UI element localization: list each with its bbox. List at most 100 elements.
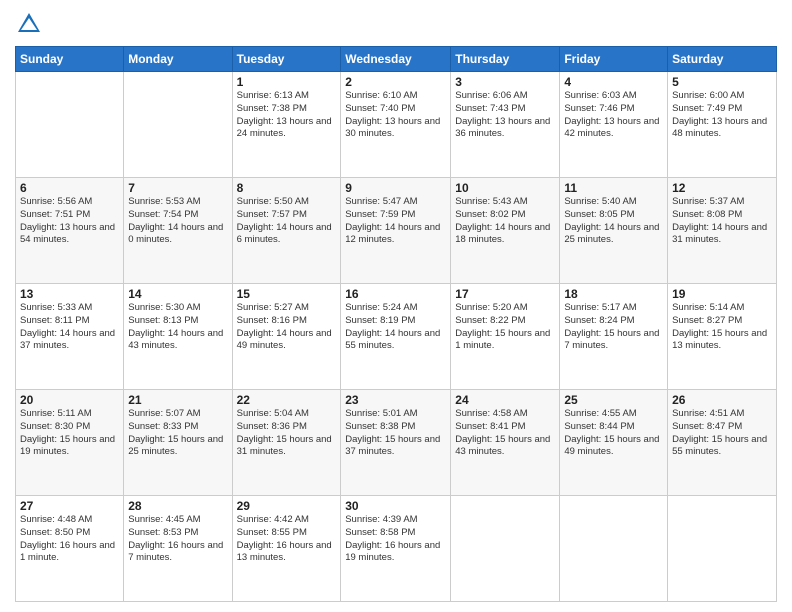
day-number: 7 [128,181,227,195]
week-row-1: 1Sunrise: 6:13 AMSunset: 7:38 PMDaylight… [16,72,777,178]
day-info: Sunrise: 4:55 AMSunset: 8:44 PMDaylight:… [564,408,663,459]
calendar-cell: 24Sunrise: 4:58 AMSunset: 8:41 PMDayligh… [451,390,560,496]
day-info: Sunrise: 5:50 AMSunset: 7:57 PMDaylight:… [237,196,337,247]
week-row-5: 27Sunrise: 4:48 AMSunset: 8:50 PMDayligh… [16,496,777,602]
calendar-cell: 27Sunrise: 4:48 AMSunset: 8:50 PMDayligh… [16,496,124,602]
weekday-header-monday: Monday [124,47,232,72]
week-row-3: 13Sunrise: 5:33 AMSunset: 8:11 PMDayligh… [16,284,777,390]
day-number: 14 [128,287,227,301]
page: SundayMondayTuesdayWednesdayThursdayFrid… [0,0,792,612]
calendar-cell [451,496,560,602]
calendar-cell: 12Sunrise: 5:37 AMSunset: 8:08 PMDayligh… [668,178,777,284]
day-info: Sunrise: 5:14 AMSunset: 8:27 PMDaylight:… [672,302,772,353]
calendar-cell [16,72,124,178]
calendar-cell: 20Sunrise: 5:11 AMSunset: 8:30 PMDayligh… [16,390,124,496]
calendar-cell: 6Sunrise: 5:56 AMSunset: 7:51 PMDaylight… [16,178,124,284]
day-number: 2 [345,75,446,89]
calendar-cell: 29Sunrise: 4:42 AMSunset: 8:55 PMDayligh… [232,496,341,602]
calendar-cell: 17Sunrise: 5:20 AMSunset: 8:22 PMDayligh… [451,284,560,390]
day-info: Sunrise: 5:56 AMSunset: 7:51 PMDaylight:… [20,196,119,247]
day-number: 26 [672,393,772,407]
weekday-header-wednesday: Wednesday [341,47,451,72]
day-number: 23 [345,393,446,407]
day-info: Sunrise: 4:42 AMSunset: 8:55 PMDaylight:… [237,514,337,565]
day-number: 19 [672,287,772,301]
calendar-cell [124,72,232,178]
day-number: 18 [564,287,663,301]
day-number: 15 [237,287,337,301]
day-info: Sunrise: 4:45 AMSunset: 8:53 PMDaylight:… [128,514,227,565]
day-info: Sunrise: 6:00 AMSunset: 7:49 PMDaylight:… [672,90,772,141]
week-row-2: 6Sunrise: 5:56 AMSunset: 7:51 PMDaylight… [16,178,777,284]
day-info: Sunrise: 4:58 AMSunset: 8:41 PMDaylight:… [455,408,555,459]
calendar-cell: 9Sunrise: 5:47 AMSunset: 7:59 PMDaylight… [341,178,451,284]
calendar-cell: 14Sunrise: 5:30 AMSunset: 8:13 PMDayligh… [124,284,232,390]
day-number: 13 [20,287,119,301]
day-info: Sunrise: 6:13 AMSunset: 7:38 PMDaylight:… [237,90,337,141]
day-info: Sunrise: 5:07 AMSunset: 8:33 PMDaylight:… [128,408,227,459]
day-number: 30 [345,499,446,513]
day-info: Sunrise: 5:04 AMSunset: 8:36 PMDaylight:… [237,408,337,459]
day-number: 27 [20,499,119,513]
day-number: 6 [20,181,119,195]
calendar-cell: 4Sunrise: 6:03 AMSunset: 7:46 PMDaylight… [560,72,668,178]
day-number: 17 [455,287,555,301]
logo [15,10,47,38]
day-info: Sunrise: 5:30 AMSunset: 8:13 PMDaylight:… [128,302,227,353]
day-info: Sunrise: 5:27 AMSunset: 8:16 PMDaylight:… [237,302,337,353]
day-info: Sunrise: 6:10 AMSunset: 7:40 PMDaylight:… [345,90,446,141]
day-number: 12 [672,181,772,195]
day-info: Sunrise: 5:37 AMSunset: 8:08 PMDaylight:… [672,196,772,247]
calendar-cell: 30Sunrise: 4:39 AMSunset: 8:58 PMDayligh… [341,496,451,602]
day-number: 8 [237,181,337,195]
calendar-cell [560,496,668,602]
weekday-header-thursday: Thursday [451,47,560,72]
day-number: 29 [237,499,337,513]
calendar-cell: 18Sunrise: 5:17 AMSunset: 8:24 PMDayligh… [560,284,668,390]
day-number: 10 [455,181,555,195]
day-number: 4 [564,75,663,89]
calendar-cell [668,496,777,602]
week-row-4: 20Sunrise: 5:11 AMSunset: 8:30 PMDayligh… [16,390,777,496]
day-info: Sunrise: 5:01 AMSunset: 8:38 PMDaylight:… [345,408,446,459]
calendar-cell: 21Sunrise: 5:07 AMSunset: 8:33 PMDayligh… [124,390,232,496]
calendar-cell: 23Sunrise: 5:01 AMSunset: 8:38 PMDayligh… [341,390,451,496]
day-info: Sunrise: 5:33 AMSunset: 8:11 PMDaylight:… [20,302,119,353]
day-number: 20 [20,393,119,407]
calendar-cell: 5Sunrise: 6:00 AMSunset: 7:49 PMDaylight… [668,72,777,178]
day-info: Sunrise: 5:20 AMSunset: 8:22 PMDaylight:… [455,302,555,353]
day-info: Sunrise: 5:47 AMSunset: 7:59 PMDaylight:… [345,196,446,247]
day-info: Sunrise: 6:06 AMSunset: 7:43 PMDaylight:… [455,90,555,141]
day-number: 22 [237,393,337,407]
header [15,10,777,38]
calendar-cell: 26Sunrise: 4:51 AMSunset: 8:47 PMDayligh… [668,390,777,496]
calendar-table: SundayMondayTuesdayWednesdayThursdayFrid… [15,46,777,602]
calendar-cell: 7Sunrise: 5:53 AMSunset: 7:54 PMDaylight… [124,178,232,284]
day-number: 16 [345,287,446,301]
calendar-cell: 2Sunrise: 6:10 AMSunset: 7:40 PMDaylight… [341,72,451,178]
calendar-cell: 8Sunrise: 5:50 AMSunset: 7:57 PMDaylight… [232,178,341,284]
day-number: 11 [564,181,663,195]
day-info: Sunrise: 6:03 AMSunset: 7:46 PMDaylight:… [564,90,663,141]
weekday-header-friday: Friday [560,47,668,72]
weekday-header-saturday: Saturday [668,47,777,72]
day-number: 5 [672,75,772,89]
calendar-cell: 15Sunrise: 5:27 AMSunset: 8:16 PMDayligh… [232,284,341,390]
day-number: 3 [455,75,555,89]
calendar-cell: 1Sunrise: 6:13 AMSunset: 7:38 PMDaylight… [232,72,341,178]
day-number: 25 [564,393,663,407]
day-number: 28 [128,499,227,513]
day-info: Sunrise: 5:24 AMSunset: 8:19 PMDaylight:… [345,302,446,353]
calendar-cell: 16Sunrise: 5:24 AMSunset: 8:19 PMDayligh… [341,284,451,390]
day-info: Sunrise: 5:43 AMSunset: 8:02 PMDaylight:… [455,196,555,247]
calendar-cell: 13Sunrise: 5:33 AMSunset: 8:11 PMDayligh… [16,284,124,390]
calendar-cell: 11Sunrise: 5:40 AMSunset: 8:05 PMDayligh… [560,178,668,284]
calendar-cell: 25Sunrise: 4:55 AMSunset: 8:44 PMDayligh… [560,390,668,496]
calendar-cell: 3Sunrise: 6:06 AMSunset: 7:43 PMDaylight… [451,72,560,178]
calendar-cell: 10Sunrise: 5:43 AMSunset: 8:02 PMDayligh… [451,178,560,284]
weekday-header-row: SundayMondayTuesdayWednesdayThursdayFrid… [16,47,777,72]
calendar-cell: 28Sunrise: 4:45 AMSunset: 8:53 PMDayligh… [124,496,232,602]
day-info: Sunrise: 4:39 AMSunset: 8:58 PMDaylight:… [345,514,446,565]
calendar-cell: 19Sunrise: 5:14 AMSunset: 8:27 PMDayligh… [668,284,777,390]
day-number: 9 [345,181,446,195]
